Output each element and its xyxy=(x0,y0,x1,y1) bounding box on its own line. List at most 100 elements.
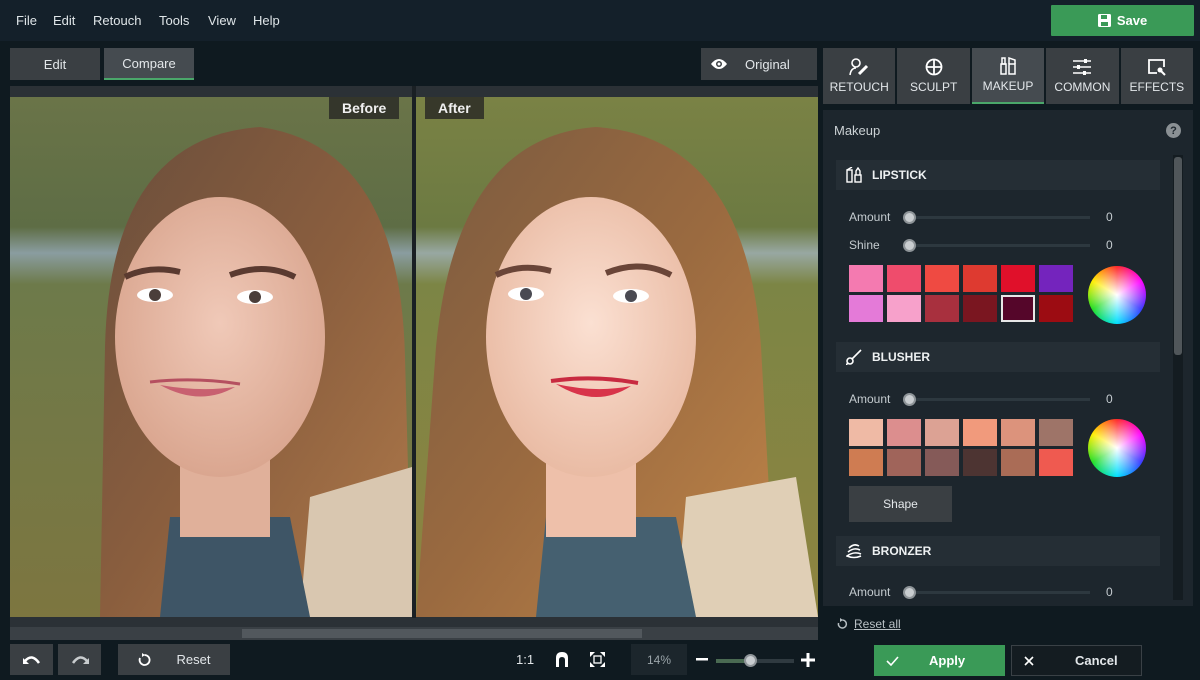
save-button[interactable]: Save xyxy=(1051,5,1194,36)
bronzer-amount-label: Amount xyxy=(849,585,891,599)
blusher-color-swatch[interactable] xyxy=(925,449,959,476)
lipstick-color-swatch[interactable] xyxy=(887,265,921,292)
blusher-color-swatch[interactable] xyxy=(887,449,921,476)
redo-button[interactable] xyxy=(58,644,101,675)
lipstick-section-header[interactable]: LIPSTICK xyxy=(836,160,1160,190)
reset-icon xyxy=(138,652,150,666)
help-icon[interactable]: ? xyxy=(1166,123,1181,138)
blusher-section-header[interactable]: BLUSHER xyxy=(836,342,1160,372)
lipstick-amount-slider[interactable]: Amount 0 xyxy=(849,210,1119,224)
original-button[interactable]: Original xyxy=(701,48,817,80)
tab-retouch[interactable]: RETOUCH xyxy=(823,48,896,104)
lipstick-shine-label: Shine xyxy=(849,238,880,252)
blusher-color-swatch[interactable] xyxy=(849,449,883,476)
effects-icon xyxy=(1147,59,1166,76)
blusher-color-swatch[interactable] xyxy=(887,419,921,446)
blusher-amount-label: Amount xyxy=(849,392,891,406)
panel-tabs: RETOUCH SCULPT MAKEUP COMMON EFFECTS xyxy=(823,48,1194,104)
blusher-color-swatch[interactable] xyxy=(963,419,997,446)
lipstick-color-wheel[interactable] xyxy=(1088,266,1146,324)
lipstick-color-swatch[interactable] xyxy=(887,295,921,322)
zoom-out-icon[interactable] xyxy=(696,653,708,665)
slider-knob[interactable] xyxy=(903,211,916,224)
lipstick-color-swatch[interactable] xyxy=(1039,295,1073,322)
apply-label: Apply xyxy=(929,653,966,668)
tab-sculpt[interactable]: SCULPT xyxy=(897,48,970,104)
check-icon xyxy=(886,655,899,666)
slider-track[interactable] xyxy=(907,591,1090,594)
sculpt-icon xyxy=(925,58,943,76)
lipstick-color-swatch[interactable] xyxy=(925,265,959,292)
blusher-color-swatch[interactable] xyxy=(1039,419,1073,446)
panel-scrollbar[interactable] xyxy=(1173,155,1183,600)
blusher-color-swatch[interactable] xyxy=(1001,449,1035,476)
blusher-color-swatch[interactable] xyxy=(925,419,959,446)
shape-button[interactable]: Shape xyxy=(849,486,952,522)
menu-tools[interactable]: Tools xyxy=(159,13,189,28)
image-viewer[interactable]: Before After xyxy=(10,86,818,640)
tab-compare[interactable]: Compare xyxy=(104,48,194,80)
redo-icon xyxy=(71,655,89,664)
slider-knob[interactable] xyxy=(903,586,916,599)
menu-edit[interactable]: Edit xyxy=(53,13,75,28)
blusher-color-swatch[interactable] xyxy=(963,449,997,476)
actual-size-button[interactable]: 1:1 xyxy=(516,652,534,667)
horizontal-scrollbar-thumb[interactable] xyxy=(242,629,642,638)
bronzer-amount-slider[interactable]: Amount 0 xyxy=(849,585,1119,599)
slider-track[interactable] xyxy=(907,216,1090,219)
blusher-color-swatch[interactable] xyxy=(849,419,883,446)
blusher-color-wheel[interactable] xyxy=(1088,419,1146,477)
blusher-amount-slider[interactable]: Amount 0 xyxy=(849,392,1119,406)
lipstick-shine-slider[interactable]: Shine 0 xyxy=(849,238,1119,252)
retouch-icon xyxy=(849,58,869,76)
apply-button[interactable]: Apply xyxy=(874,645,1005,676)
slider-track[interactable] xyxy=(907,398,1090,401)
reset-all-link[interactable]: Reset all xyxy=(837,617,901,631)
undo-button[interactable] xyxy=(10,644,53,675)
after-label: After xyxy=(425,97,484,119)
bronzer-section-header[interactable]: BRONZER xyxy=(836,536,1160,566)
lipstick-amount-label: Amount xyxy=(849,210,891,224)
lipstick-color-swatch[interactable] xyxy=(849,295,883,322)
fit-screen-icon[interactable] xyxy=(590,652,605,667)
cancel-label: Cancel xyxy=(1075,653,1118,668)
tab-makeup[interactable]: MAKEUP xyxy=(971,48,1045,104)
reset-button[interactable]: Reset xyxy=(118,644,230,675)
menu-file[interactable]: File xyxy=(16,13,37,28)
panel-scrollbar-thumb[interactable] xyxy=(1174,157,1182,355)
blusher-color-swatch[interactable] xyxy=(1001,419,1035,446)
lipstick-color-swatch[interactable] xyxy=(1001,295,1035,322)
before-image xyxy=(10,97,412,617)
slider-knob[interactable] xyxy=(903,239,916,252)
horizontal-scrollbar[interactable] xyxy=(10,627,818,640)
menu-retouch[interactable]: Retouch xyxy=(93,13,141,28)
tab-effects-label: EFFECTS xyxy=(1129,80,1185,94)
zoom-level-field[interactable]: 14% xyxy=(631,644,687,675)
reset-label: Reset xyxy=(176,652,211,667)
tab-edit[interactable]: Edit xyxy=(10,48,100,80)
lipstick-color-swatch[interactable] xyxy=(849,265,883,292)
face-fit-icon[interactable] xyxy=(555,652,569,667)
slider-track[interactable] xyxy=(907,244,1090,247)
blusher-color-swatch[interactable] xyxy=(1039,449,1073,476)
zoom-slider[interactable] xyxy=(716,654,794,667)
zoom-slider-knob[interactable] xyxy=(744,654,757,667)
slider-knob[interactable] xyxy=(903,393,916,406)
zoom-in-icon[interactable] xyxy=(801,653,815,667)
lipstick-color-swatch[interactable] xyxy=(963,265,997,292)
lipstick-color-swatch[interactable] xyxy=(1001,265,1035,292)
lipstick-color-swatch[interactable] xyxy=(1039,265,1073,292)
cancel-button[interactable]: Cancel xyxy=(1011,645,1142,676)
tab-common[interactable]: COMMON xyxy=(1046,48,1119,104)
menu-help[interactable]: Help xyxy=(253,13,280,28)
lipstick-color-swatch[interactable] xyxy=(925,295,959,322)
tab-effects[interactable]: EFFECTS xyxy=(1120,48,1194,104)
blusher-amount-value: 0 xyxy=(1106,392,1113,406)
bronzer-amount-value: 0 xyxy=(1106,585,1113,599)
menu-view[interactable]: View xyxy=(208,13,236,28)
reset-all-label: Reset all xyxy=(854,617,901,631)
sliders-icon xyxy=(1073,59,1092,75)
makeup-panel: Makeup ? LIPSTICK Amount 0 Shine 0 BLUSH… xyxy=(823,110,1193,606)
brush-icon xyxy=(846,349,862,365)
lipstick-color-swatch[interactable] xyxy=(963,295,997,322)
